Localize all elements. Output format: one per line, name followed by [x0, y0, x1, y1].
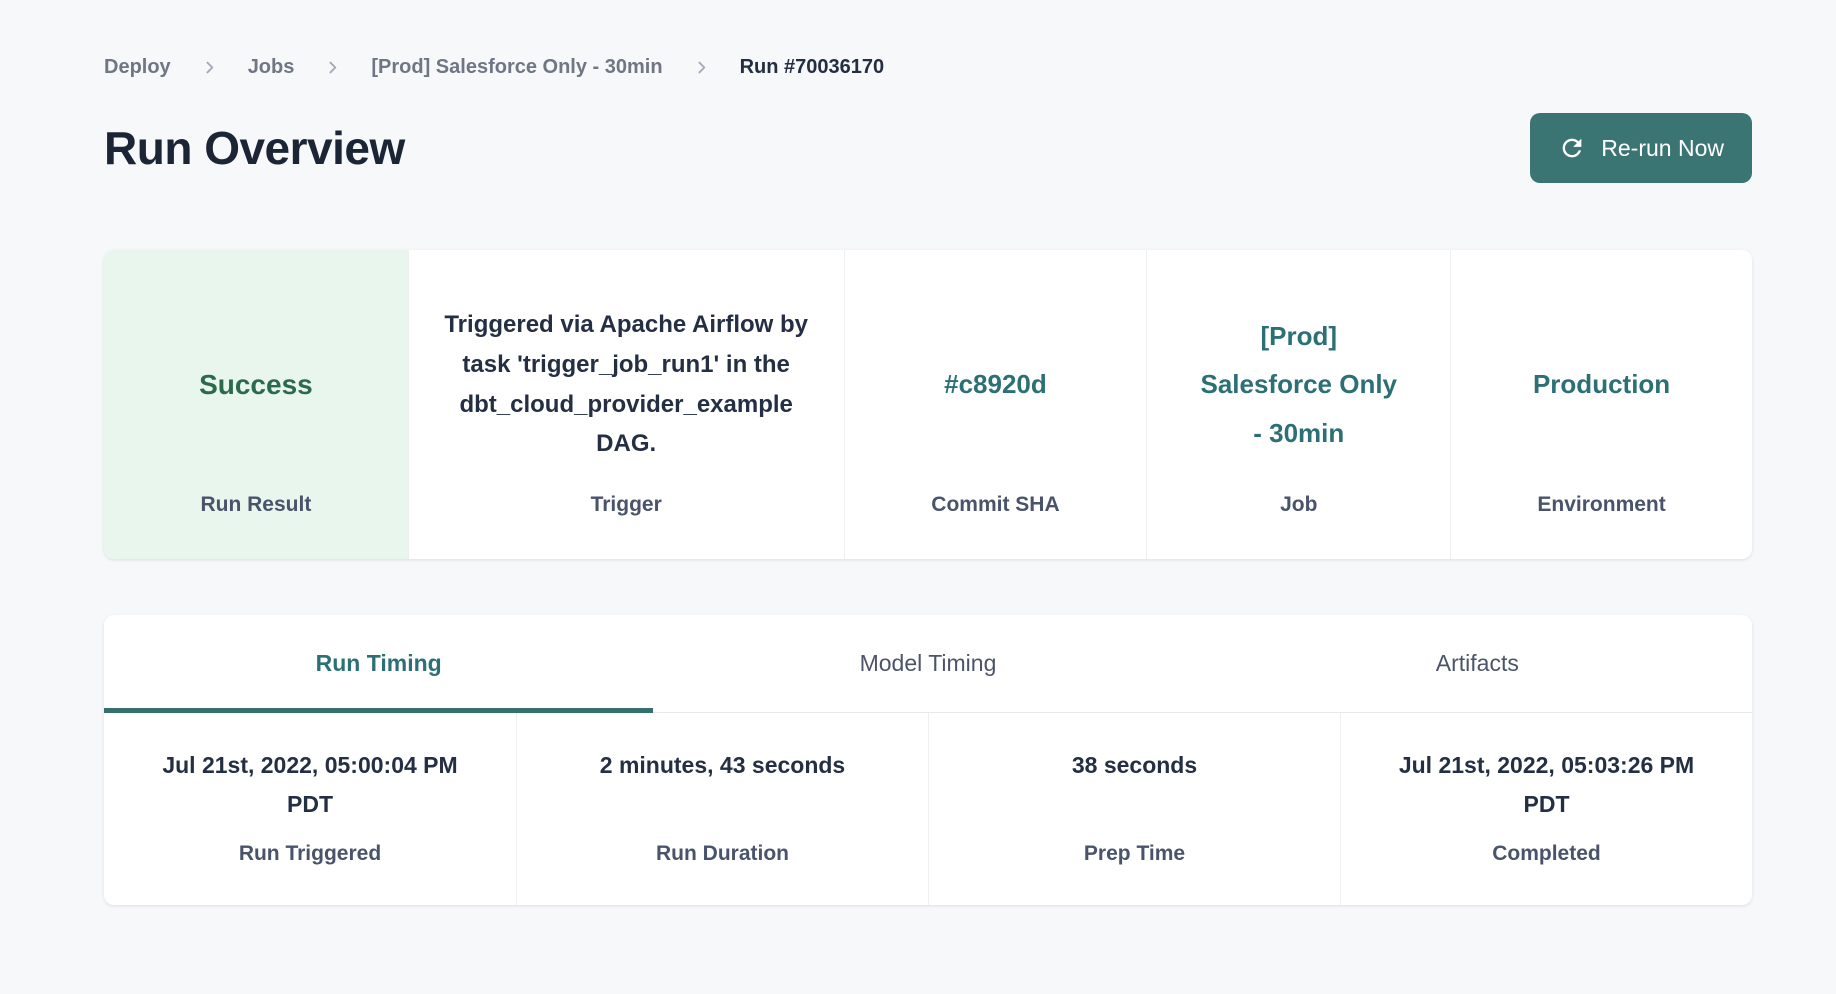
run-details-panel: Run Timing Model Timing Artifacts Jul 21…	[104, 615, 1752, 905]
run-overview-page: Deploy Jobs [Prod] Salesforce Only - 30m…	[0, 0, 1836, 905]
completed-label: Completed	[1341, 842, 1752, 866]
breadcrumb-item-deploy[interactable]: Deploy	[104, 56, 171, 79]
prep-time-label: Prep Time	[929, 842, 1340, 866]
summary-card-run-result: Success Run Result	[104, 250, 408, 559]
run-triggered-value: Jul 21st, 2022, 05:00:04 PM PDT	[143, 746, 478, 842]
run-timing-cards: Jul 21st, 2022, 05:00:04 PM PDT Run Trig…	[104, 713, 1752, 905]
timing-card-run-duration: 2 minutes, 43 seconds Run Duration	[516, 713, 928, 905]
summary-card-job: [Prod] Salesforce Only - 30min Job	[1146, 250, 1450, 559]
commit-sha-link[interactable]: #c8920d	[944, 369, 1047, 400]
tab-run-timing[interactable]: Run Timing	[104, 615, 653, 712]
run-duration-label: Run Duration	[517, 842, 928, 866]
chevron-right-icon	[324, 59, 341, 76]
refresh-icon	[1558, 134, 1586, 162]
rerun-now-button[interactable]: Re-run Now	[1530, 113, 1752, 183]
page-title: Run Overview	[104, 121, 405, 175]
breadcrumb-item-jobs[interactable]: Jobs	[248, 56, 295, 79]
environment-label: Environment	[1537, 493, 1665, 517]
tab-artifacts[interactable]: Artifacts	[1203, 615, 1752, 712]
rerun-now-button-label: Re-run Now	[1601, 135, 1724, 162]
completed-value: Jul 21st, 2022, 05:03:26 PM PDT	[1379, 746, 1714, 842]
prep-time-value: 38 seconds	[967, 746, 1302, 842]
chevron-right-icon	[693, 59, 710, 76]
commit-sha-label: Commit SHA	[931, 493, 1059, 517]
timing-card-run-triggered: Jul 21st, 2022, 05:00:04 PM PDT Run Trig…	[104, 713, 516, 905]
timing-card-completed: Jul 21st, 2022, 05:03:26 PM PDT Complete…	[1340, 713, 1752, 905]
tab-model-timing[interactable]: Model Timing	[653, 615, 1202, 712]
trigger-label: Trigger	[591, 493, 662, 517]
summary-card-trigger: Triggered via Apache Airflow by task 'tr…	[408, 250, 844, 559]
breadcrumb-item-job-name[interactable]: [Prod] Salesforce Only - 30min	[371, 56, 662, 79]
tab-bar: Run Timing Model Timing Artifacts	[104, 615, 1752, 713]
run-result-label: Run Result	[200, 493, 311, 517]
breadcrumb: Deploy Jobs [Prod] Salesforce Only - 30m…	[104, 0, 1752, 79]
run-triggered-label: Run Triggered	[104, 842, 516, 866]
run-result-status-value: Success	[199, 369, 313, 401]
chevron-right-icon	[201, 59, 218, 76]
summary-card-environment: Production Environment	[1450, 250, 1752, 559]
job-label: Job	[1280, 493, 1317, 517]
breadcrumb-item-run-number: Run #70036170	[740, 56, 885, 79]
environment-link[interactable]: Production	[1533, 369, 1670, 400]
summary-card-commit-sha: #c8920d Commit SHA	[844, 250, 1147, 559]
timing-card-prep-time: 38 seconds Prep Time	[928, 713, 1340, 905]
run-duration-value: 2 minutes, 43 seconds	[555, 746, 890, 842]
run-summary-cards: Success Run Result Triggered via Apache …	[104, 250, 1752, 559]
page-header: Run Overview Re-run Now	[104, 113, 1752, 183]
trigger-value: Triggered via Apache Airflow by task 'tr…	[440, 305, 812, 463]
job-link[interactable]: [Prod] Salesforce Only - 30min	[1193, 312, 1405, 456]
